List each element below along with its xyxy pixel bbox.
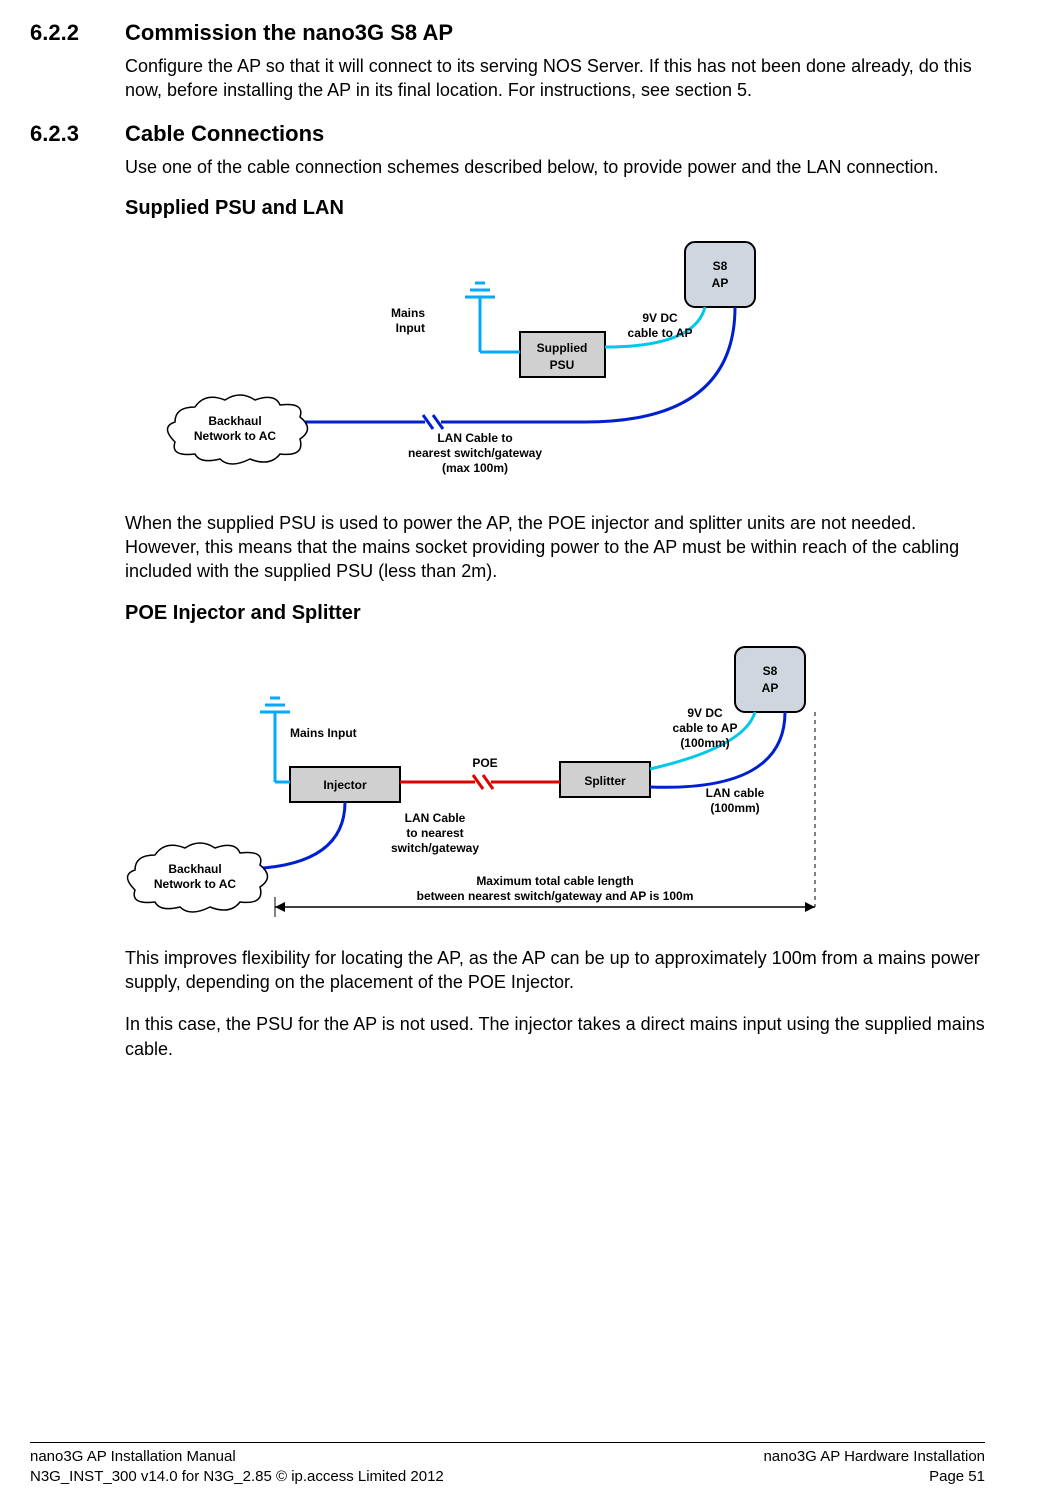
mains-label: Mains: [391, 306, 425, 320]
section-number: 6.2.2: [30, 20, 125, 46]
dc-label-2: cable to AP: [628, 326, 693, 340]
lanc-label-2: (100mm): [710, 801, 759, 815]
poe-body-1: This improves flexibility for locating t…: [125, 946, 985, 995]
dc-label-3: (100mm): [680, 736, 729, 750]
backhaul-label-2: Network to AC: [154, 877, 237, 891]
diagram-poe: S8 AP Injector Splitter Mains Input POE …: [125, 637, 985, 932]
psu-label: PSU: [550, 358, 575, 372]
backhaul-label-1: Backhaul: [208, 414, 261, 428]
ap-label: AP: [762, 681, 779, 695]
s8-label: S8: [763, 664, 778, 678]
s8-label: S8: [713, 259, 728, 273]
backhaul-label-1: Backhaul: [168, 862, 221, 876]
subsection-poe-title: POE Injector and Splitter: [125, 602, 985, 625]
supplied-label: Supplied: [537, 341, 588, 355]
arrowhead-left-icon: [275, 902, 285, 912]
section-number: 6.2.3: [30, 121, 125, 147]
footer-left-2: N3G_INST_300 v14.0 for N3G_2.85 © ip.acc…: [30, 1468, 444, 1485]
footer-left-1: nano3G AP Installation Manual: [30, 1448, 236, 1465]
lan-label-3: (max 100m): [442, 461, 508, 475]
dc-label-2: cable to AP: [673, 721, 738, 735]
poe-label: POE: [472, 756, 497, 770]
lanto-label-2: to nearest: [406, 826, 463, 840]
lanto-label-3: switch/gateway: [391, 841, 479, 855]
diagram-supplied-psu: S8 AP Supplied PSU Mains Input 9V DC cab…: [125, 232, 985, 497]
section-6-2-2-body: Configure the AP so that it will connect…: [125, 54, 985, 103]
psu-body: When the supplied PSU is used to power t…: [125, 511, 985, 584]
s8-ap-box: [735, 647, 805, 712]
backhaul-label-2: Network to AC: [194, 429, 277, 443]
lan-label-2: nearest switch/gateway: [408, 446, 542, 460]
injector-label: Injector: [323, 778, 367, 792]
s8-ap-box: [685, 242, 755, 307]
lan-label-1: LAN Cable to: [437, 431, 512, 445]
ap-label: AP: [712, 276, 729, 290]
section-title: Cable Connections: [125, 121, 324, 147]
dc-label-1: 9V DC: [687, 706, 723, 720]
footer-right-1: nano3G AP Hardware Installation: [763, 1448, 985, 1465]
max-label-1: Maximum total cable length: [476, 874, 633, 888]
lanc-label-1: LAN cable: [706, 786, 765, 800]
dc-label-1: 9V DC: [642, 311, 678, 325]
section-title: Commission the nano3G S8 AP: [125, 20, 453, 46]
mains-ground-icon: [465, 283, 520, 352]
footer-right-2: Page 51: [929, 1468, 985, 1485]
arrowhead-right-icon: [805, 902, 815, 912]
subsection-psu-title: Supplied PSU and LAN: [125, 197, 985, 220]
splitter-label: Splitter: [584, 774, 626, 788]
page-footer: nano3G AP Installation Manual N3G_INST_3…: [30, 1442, 985, 1486]
lanto-label-1: LAN Cable: [405, 811, 466, 825]
section-6-2-2-heading: 6.2.2 Commission the nano3G S8 AP: [30, 20, 985, 46]
section-6-2-3-heading: 6.2.3 Cable Connections: [30, 121, 985, 147]
poe-body-2: In this case, the PSU for the AP is not …: [125, 1012, 985, 1061]
max-label-2: between nearest switch/gateway and AP is…: [417, 889, 694, 903]
input-label: Input: [396, 321, 425, 335]
mains-input-label: Mains Input: [290, 726, 357, 740]
mains-ground-icon: [260, 698, 290, 782]
section-6-2-3-body: Use one of the cable connection schemes …: [125, 155, 985, 179]
